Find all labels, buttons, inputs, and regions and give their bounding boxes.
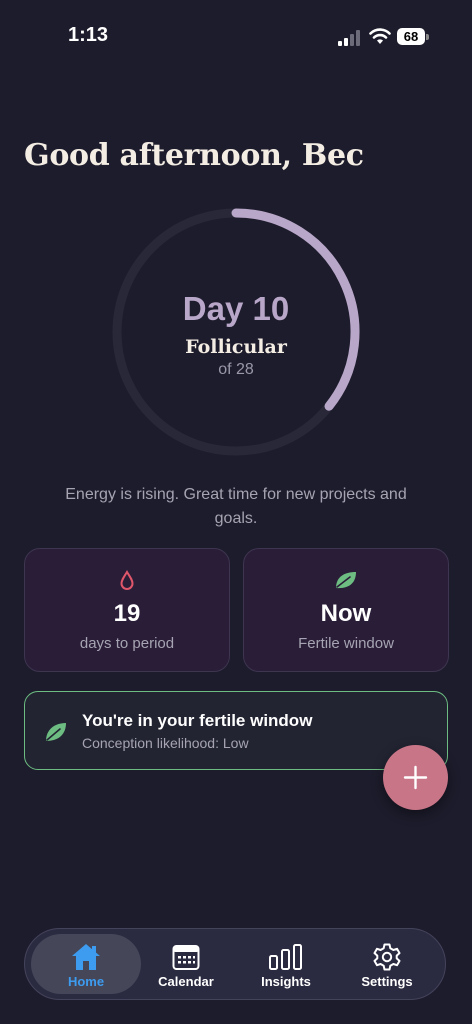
leaf-icon: [46, 723, 66, 741]
banner-title: You're in your fertile window: [82, 711, 313, 730]
cellular-signal-icon: [338, 30, 360, 46]
fertile-window-label: Fertile window: [298, 635, 394, 652]
days-to-period-value: 19: [113, 600, 141, 627]
tab-home-label: Home: [67, 974, 105, 989]
wifi-icon: [369, 28, 391, 44]
phase-message: Energy is rising. Great time for new pro…: [65, 486, 407, 527]
tab-insights[interactable]: Insights: [233, 934, 339, 994]
fertile-window-value: Now: [320, 600, 372, 627]
plus-icon: [403, 765, 428, 790]
drop-icon: [120, 570, 134, 590]
gear-icon: [373, 943, 401, 971]
status-bar: 1:13 68: [0, 0, 472, 70]
cycle-summary: Day 10 Follicular of 28: [110, 206, 362, 458]
cycle-phase: Follicular: [185, 336, 287, 358]
tab-home[interactable]: Home: [31, 934, 141, 994]
battery-level: 68: [397, 28, 425, 45]
calendar-icon: [172, 945, 200, 970]
add-log-button[interactable]: [383, 745, 448, 810]
days-to-period-card[interactable]: 19 days to period: [24, 548, 230, 672]
banner-subtitle: Conception likelihood: Low: [82, 735, 249, 751]
battery-indicator: 68: [397, 28, 431, 46]
home-icon: [72, 944, 100, 970]
fertile-window-banner[interactable]: You're in your fertile window Conception…: [24, 691, 448, 770]
bottom-tab-bar: Home Calendar Insights Settings: [24, 928, 446, 1000]
tab-settings[interactable]: Settings: [334, 934, 440, 994]
days-to-period-label: days to period: [79, 635, 175, 652]
tab-calendar[interactable]: Calendar: [133, 934, 239, 994]
tab-insights-label: Insights: [261, 974, 311, 989]
tab-settings-label: Settings: [361, 974, 413, 989]
bar-chart-icon: [269, 944, 302, 970]
fertile-window-card[interactable]: Now Fertile window: [243, 548, 449, 672]
cycle-day: Day 10: [182, 290, 290, 327]
tab-calendar-label: Calendar: [158, 974, 214, 989]
greeting-heading: Good afternoon, Bec: [24, 138, 364, 173]
status-time: 1:13: [68, 24, 109, 46]
cycle-length: of 28: [218, 361, 254, 378]
leaf-icon: [336, 572, 356, 589]
